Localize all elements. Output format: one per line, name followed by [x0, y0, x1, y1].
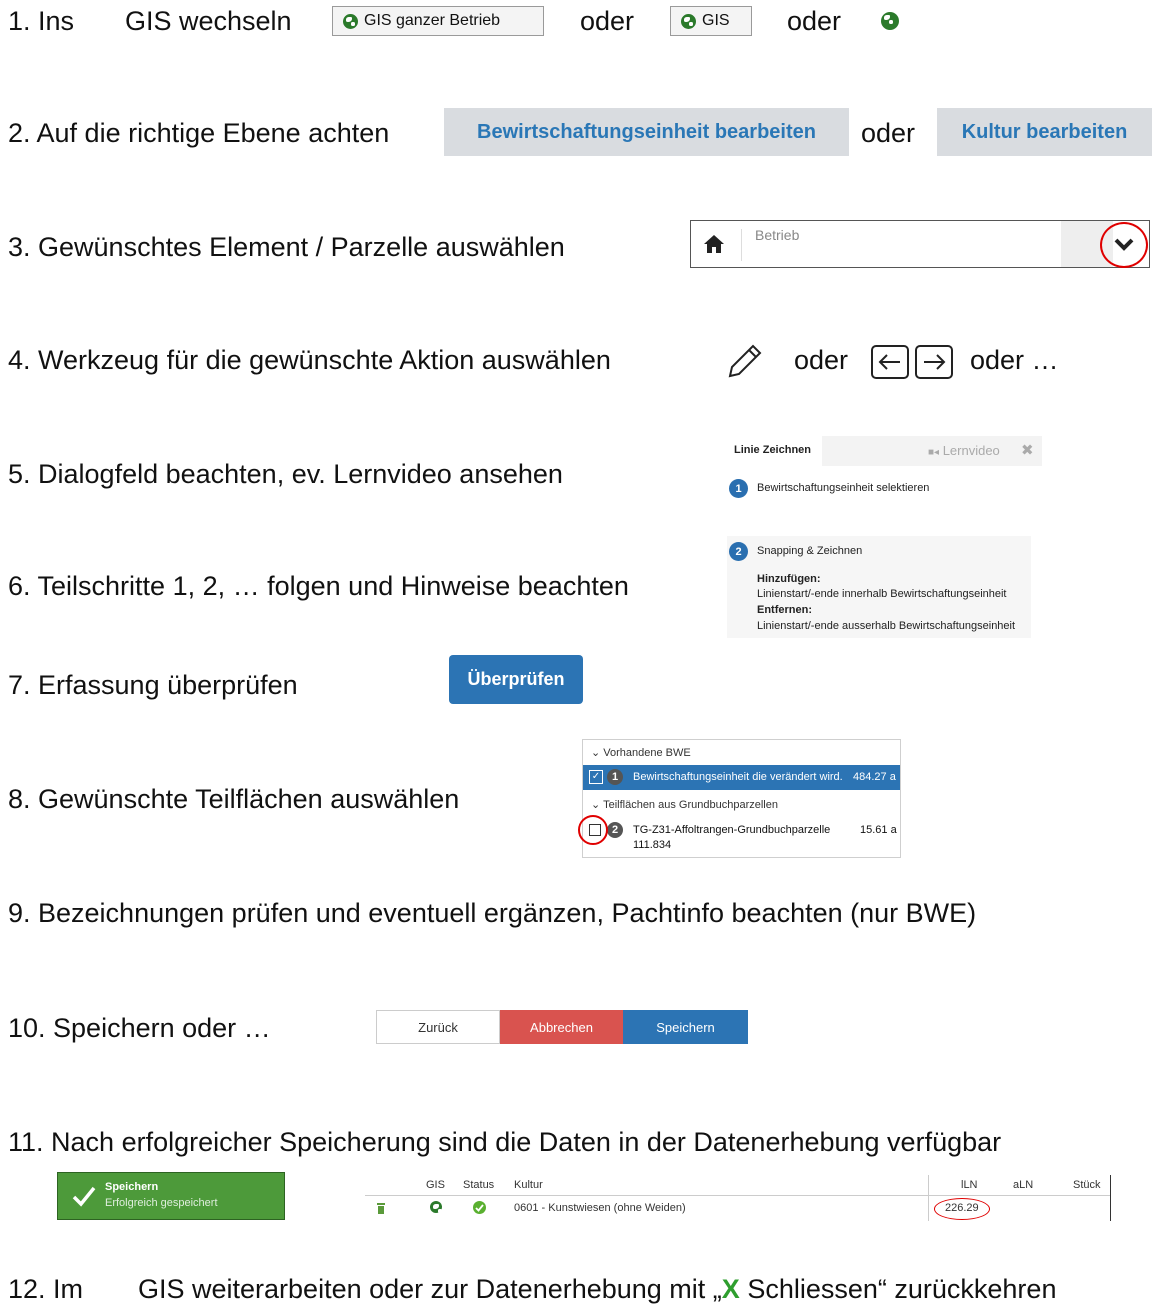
- step-1-text: GIS wechseln: [125, 6, 292, 36]
- group-partial-areas-label: Teilflächen aus Grundbuchparzellen: [603, 799, 778, 811]
- item-badge: 2: [607, 822, 623, 838]
- farm-selector[interactable]: Betrieb: [690, 220, 1150, 268]
- item-badge: 1: [607, 769, 623, 785]
- step-2-or: oder: [861, 118, 916, 148]
- list-item[interactable]: 2 TG-Z31-Affoltrangen-Grundbuchparzelle …: [583, 818, 900, 856]
- toast-message: Erfolgreich gespeichert: [105, 1197, 218, 1209]
- highlight-circle: [934, 1198, 990, 1220]
- checkbox-checked[interactable]: ✓: [589, 770, 603, 784]
- globe-icon[interactable]: [430, 1201, 442, 1213]
- chevron-down-icon: ⌄: [591, 799, 604, 811]
- gis-globe-icon[interactable]: [881, 12, 899, 30]
- step-12-number: 12. Im: [8, 1274, 84, 1304]
- step-12-pre: GIS weiterarbeiten oder zur Datenerhebun…: [138, 1274, 722, 1304]
- step-badge-2: 2: [729, 542, 748, 561]
- column-header: GIS: [426, 1179, 445, 1191]
- step-badge-1: 1: [729, 479, 748, 498]
- home-icon: [704, 235, 724, 253]
- step-2-text: 2. Auf die richtige Ebene achten: [8, 118, 390, 148]
- column-header: lLN: [961, 1179, 978, 1191]
- column-header: Status: [463, 1179, 495, 1191]
- cancel-button[interactable]: Abbrechen: [500, 1010, 623, 1044]
- item-label: TG-Z31-Affoltrangen-Grundbuchparzelle: [633, 824, 831, 836]
- toast-title: Speichern: [105, 1181, 159, 1193]
- learn-video-label: Lernvideo: [942, 443, 1000, 458]
- step-3-text: 3. Gewünschtes Element / Parzelle auswäh…: [8, 232, 565, 262]
- step-1-number: 1. Ins: [8, 6, 75, 36]
- add-hint: Linienstart/-ende innerhalb Bewirtschaft…: [757, 588, 1007, 600]
- item-area: 484.27 a: [853, 771, 896, 783]
- status-ok-icon: [473, 1201, 486, 1214]
- step-4-or-2: oder …: [970, 345, 1059, 375]
- close-x-icon: X: [721, 1274, 740, 1304]
- group-partial-areas[interactable]: ⌄ Teilflächen aus Grundbuchparzellen: [591, 798, 778, 811]
- globe-icon: [681, 13, 696, 29]
- pencil-icon[interactable]: [722, 340, 766, 384]
- step-4-text: 4. Werkzeug für die gewünschte Aktion au…: [8, 345, 611, 375]
- chevron-down-icon[interactable]: [1114, 237, 1134, 253]
- step-7-text: 7. Erfassung überprüfen: [8, 670, 298, 700]
- gis-whole-farm-label: GIS ganzer Betrieb: [364, 12, 501, 29]
- dialog-step-2-label: Snapping & Zeichnen: [757, 545, 863, 557]
- add-heading: Hinzufügen:: [757, 573, 821, 585]
- list-item[interactable]: ✓ 1 Bewirtschaftungseinheit die veränder…: [583, 765, 900, 790]
- close-icon[interactable]: ✖: [1021, 441, 1034, 459]
- gis-whole-farm-button[interactable]: GIS ganzer Betrieb: [332, 6, 544, 36]
- culture-cell: 0601 - Kunstwiesen (ohne Weiden): [514, 1202, 686, 1214]
- save-button[interactable]: Speichern: [623, 1010, 748, 1044]
- tab-edit-culture[interactable]: Kultur bearbeiten: [937, 108, 1152, 156]
- column-header: Stück: [1073, 1179, 1101, 1191]
- highlight-circle: [578, 815, 608, 845]
- step-4-or-1: oder: [794, 345, 849, 375]
- trash-icon[interactable]: [376, 1202, 386, 1215]
- table-row[interactable]: 0601 - Kunstwiesen (ohne Weiden) 226.29: [365, 1197, 1111, 1221]
- step-5-text: 5. Dialogfeld beachten, ev. Lernvideo an…: [8, 459, 563, 489]
- item-label: Bewirtschaftungseinheit die verändert wi…: [633, 771, 843, 783]
- learn-video-link[interactable]: ■◂ Lernvideo: [928, 443, 1000, 458]
- farm-selector-label: Betrieb: [755, 227, 800, 243]
- gis-button-label: GIS: [702, 12, 730, 29]
- step-8-text: 8. Gewünschte Teilflächen auswählen: [8, 784, 460, 814]
- check-button[interactable]: Überprüfen: [449, 655, 583, 704]
- video-camera-icon: ■◂: [928, 447, 940, 458]
- data-table: GIS Status Kultur lLN aLN Stück 0601 - K…: [365, 1175, 1111, 1221]
- step-12-post: Schliessen“ zurückkehren: [739, 1274, 1057, 1304]
- column-header: aLN: [1013, 1179, 1034, 1191]
- group-existing-bwe[interactable]: ⌄ Vorhandene BWE: [591, 746, 691, 759]
- item-area: 15.61 a: [860, 824, 897, 836]
- dialog-step-1-label: Bewirtschaftungseinheit selektieren: [757, 482, 930, 494]
- chevron-down-icon: ⌄: [591, 747, 604, 759]
- globe-icon: [343, 13, 358, 29]
- item-sublabel: 111.834: [633, 839, 672, 851]
- step-1-or-2: oder: [787, 6, 842, 36]
- step-12-text: GIS weiterarbeiten oder zur Datenerhebun…: [138, 1274, 1056, 1305]
- success-toast: Speichern Erfolgreich gespeichert: [57, 1172, 285, 1220]
- back-button[interactable]: Zurück: [376, 1010, 500, 1044]
- split-line-icon[interactable]: [870, 344, 956, 380]
- tab-edit-management-unit[interactable]: Bewirtschaftungseinheit bearbeiten: [444, 108, 849, 156]
- step-11-text: 11. Nach erfolgreicher Speicherung sind …: [8, 1127, 1002, 1157]
- step-9-text: 9. Bezeichnungen prüfen und eventuell er…: [8, 898, 977, 928]
- column-header: Kultur: [514, 1179, 543, 1191]
- group-existing-bwe-label: Vorhandene BWE: [603, 747, 691, 759]
- step-1-or-1: oder: [580, 6, 635, 36]
- bwe-list: ⌄ Vorhandene BWE ✓ 1 Bewirtschaftungsein…: [582, 739, 901, 858]
- dialog-title: Linie Zeichnen: [734, 444, 812, 456]
- step-6-text: 6. Teilschritte 1, 2, … folgen und Hinwe…: [8, 571, 629, 601]
- remove-hint: Linienstart/-ende ausserhalb Bewirtschaf…: [757, 620, 1016, 632]
- step-10-text: 10. Speichern oder …: [8, 1013, 271, 1043]
- checkmark-icon: [72, 1186, 96, 1207]
- remove-heading: Entfernen:: [757, 604, 812, 616]
- gis-button[interactable]: GIS: [670, 6, 752, 36]
